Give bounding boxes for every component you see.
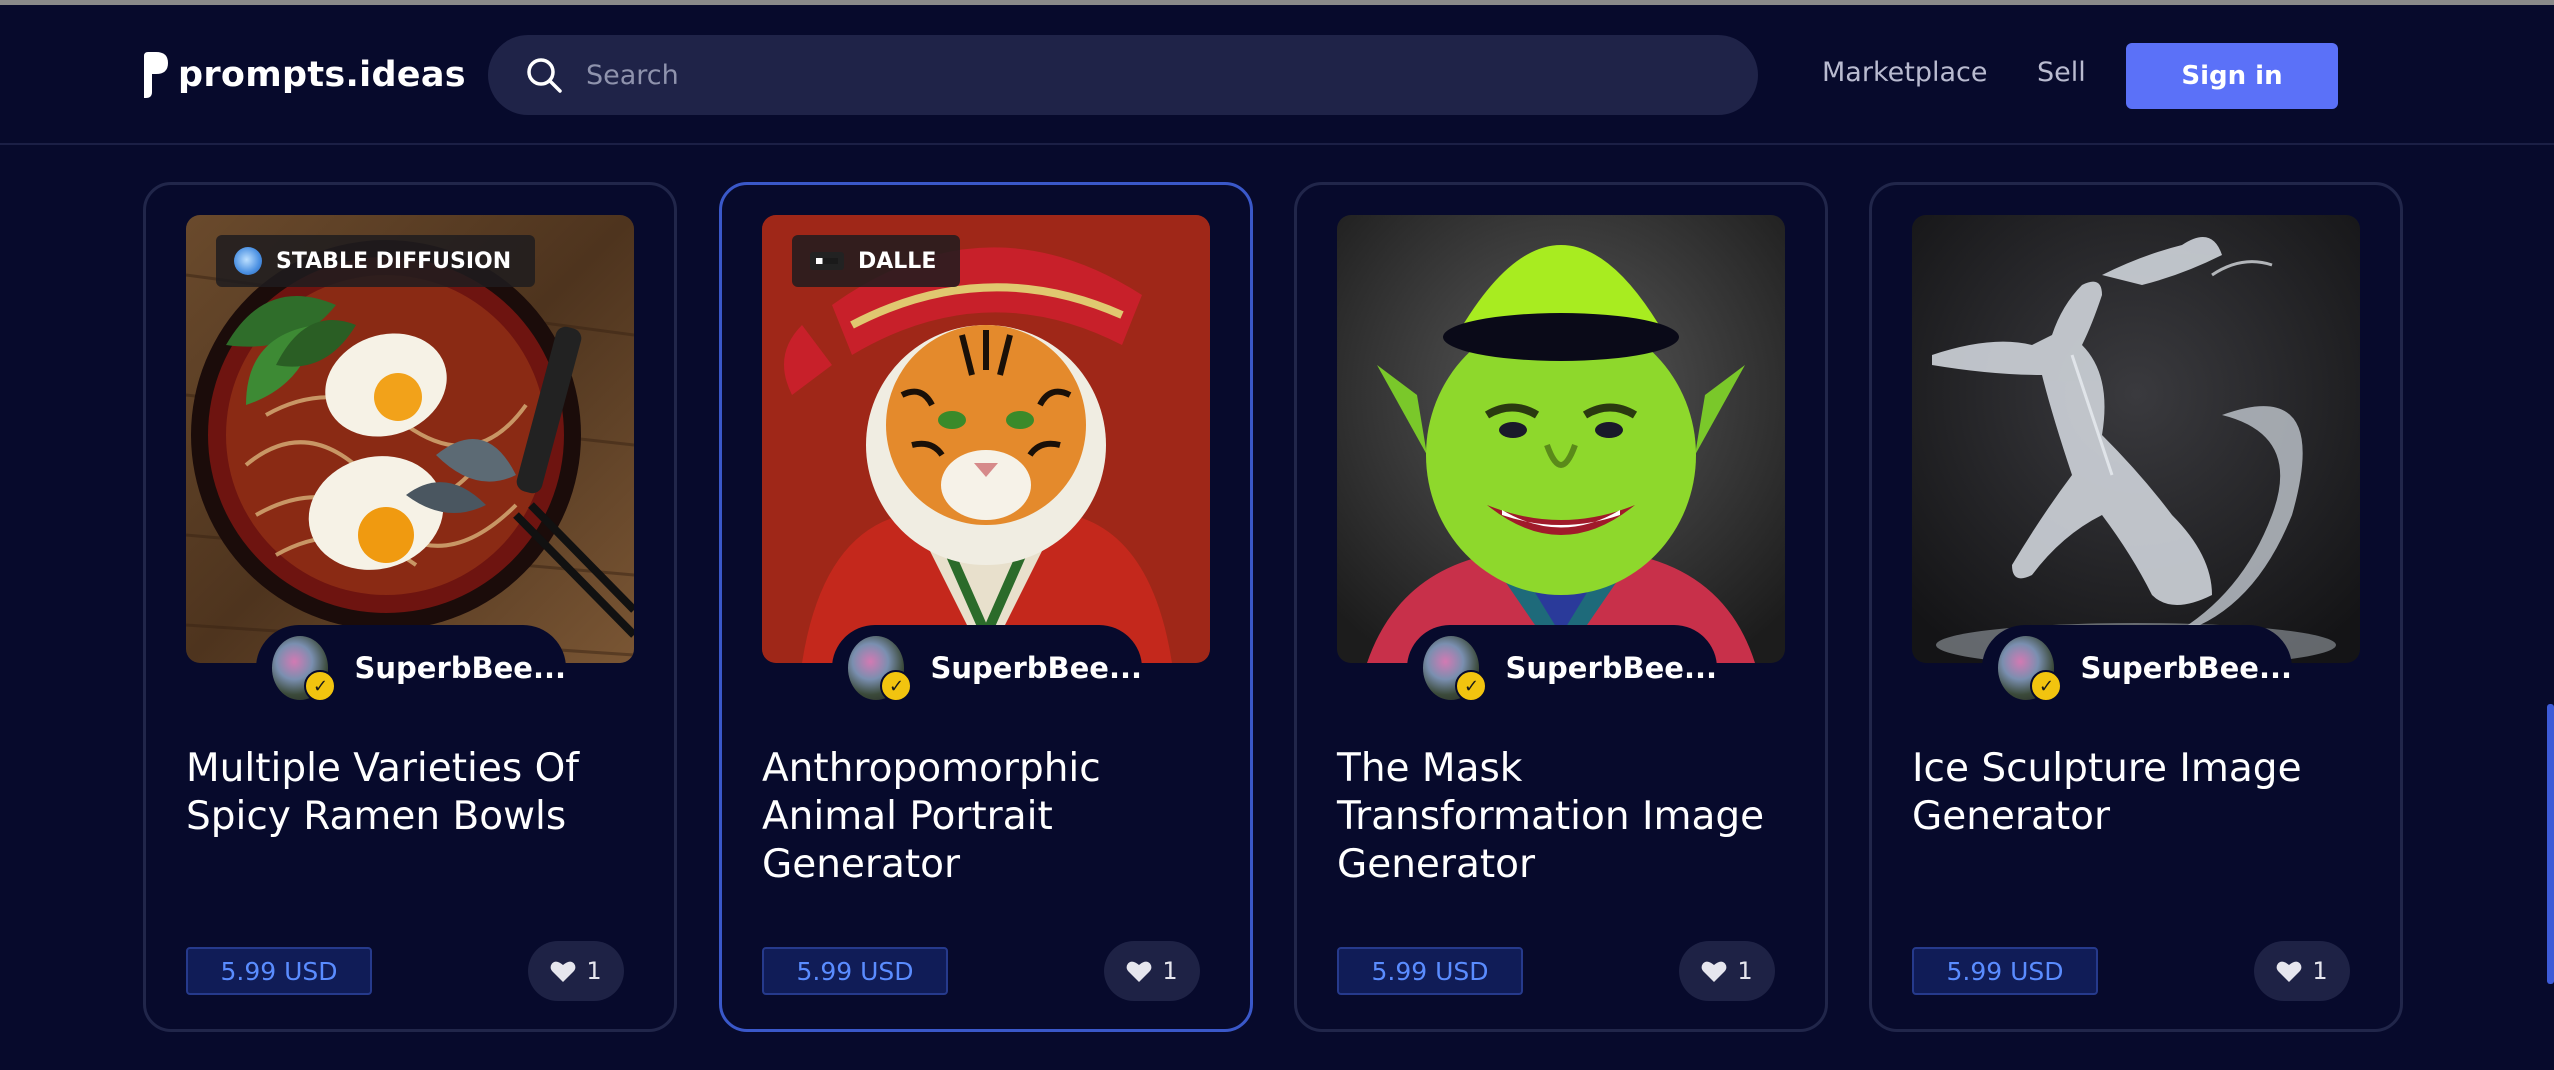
heart-icon (2276, 961, 2302, 982)
author-pill[interactable]: ✓ SuperbBee... (1407, 625, 1717, 711)
prompt-card[interactable]: ✓ SuperbBee... Ice Sculpture Image Gener… (1869, 182, 2403, 1032)
card-title[interactable]: Anthropomorphic Animal Portrait Generato… (762, 745, 1222, 889)
nav-sell-link[interactable]: Sell (2037, 57, 2086, 88)
price-badge: 5.99 USD (1337, 947, 1523, 995)
logo-text: prompts.ideas (178, 55, 466, 95)
card-title[interactable]: Ice Sculpture Image Generator (1912, 745, 2372, 841)
like-button[interactable]: 1 (1679, 941, 1775, 1001)
like-button[interactable]: 1 (2254, 941, 2350, 1001)
page-scrollbar[interactable] (2547, 704, 2554, 984)
like-count: 1 (2312, 957, 2328, 985)
avatar: ✓ (848, 636, 913, 702)
like-count: 1 (1737, 957, 1753, 985)
heart-icon (550, 961, 576, 982)
avatar: ✓ (1998, 636, 2063, 702)
author-pill[interactable]: ✓ SuperbBee... (832, 625, 1142, 711)
site-header: prompts.ideas Marketplace Sell Sign in (0, 5, 2554, 145)
search-bar[interactable] (488, 35, 1758, 115)
heart-icon (1126, 961, 1152, 982)
avatar: ✓ (272, 636, 337, 702)
green-mask-face-image (1337, 215, 1785, 663)
ice-sculpture-dancer-image (1912, 215, 2360, 663)
price-badge: 5.99 USD (762, 947, 948, 995)
price-badge: 5.99 USD (1912, 947, 2098, 995)
prompt-image-ice-sculpture-dancer[interactable] (1912, 215, 2360, 663)
like-count: 1 (1162, 957, 1178, 985)
like-button[interactable]: 1 (1104, 941, 1200, 1001)
heart-icon (1701, 961, 1727, 982)
author-name: SuperbBee... (354, 651, 566, 685)
author-name: SuperbBee... (1505, 651, 1717, 685)
prompt-image-tiger-portrait[interactable]: DALLE (762, 215, 1210, 663)
stable-diffusion-icon (234, 247, 262, 275)
search-input[interactable] (584, 58, 1688, 92)
avatar: ✓ (1423, 636, 1488, 702)
prompt-image-green-mask-face[interactable] (1337, 215, 1785, 663)
author-name: SuperbBee... (930, 651, 1142, 685)
platform-badge: DALLE (792, 235, 961, 287)
verified-badge-icon: ✓ (2030, 670, 2063, 702)
logo-mark-icon (144, 52, 168, 98)
price-badge: 5.99 USD (186, 947, 372, 995)
author-pill[interactable]: ✓ SuperbBee... (256, 625, 566, 711)
dalle-icon (810, 252, 844, 270)
nav-marketplace-link[interactable]: Marketplace (1822, 57, 1987, 88)
prompt-image-ramen-bowl[interactable]: STABLE DIFFUSION (186, 215, 634, 663)
author-pill[interactable]: ✓ SuperbBee... (1982, 625, 2292, 711)
sign-in-button[interactable]: Sign in (2126, 43, 2338, 109)
search-icon (527, 58, 562, 93)
like-button[interactable]: 1 (528, 941, 624, 1001)
site-logo[interactable]: prompts.ideas (140, 51, 466, 99)
prompt-card[interactable]: ✓ SuperbBee... The Mask Transformation I… (1294, 182, 1828, 1032)
verified-badge-icon: ✓ (1455, 670, 1488, 702)
author-name: SuperbBee... (2080, 651, 2292, 685)
verified-badge-icon: ✓ (880, 670, 913, 702)
platform-badge-label: STABLE DIFFUSION (276, 248, 512, 274)
card-title[interactable]: The Mask Transformation Image Generator (1337, 745, 1797, 889)
verified-badge-icon: ✓ (304, 670, 337, 702)
like-count: 1 (586, 957, 602, 985)
prompt-card[interactable]: DALLE ✓ SuperbBee... Anthropomorphic Ani… (719, 182, 1253, 1032)
card-title[interactable]: Multiple Varieties Of Spicy Ramen Bowls (186, 745, 646, 841)
platform-badge-label: DALLE (858, 248, 937, 274)
platform-badge: STABLE DIFFUSION (216, 235, 536, 287)
prompt-card[interactable]: STABLE DIFFUSION ✓ SuperbBee... Multiple… (143, 182, 677, 1032)
